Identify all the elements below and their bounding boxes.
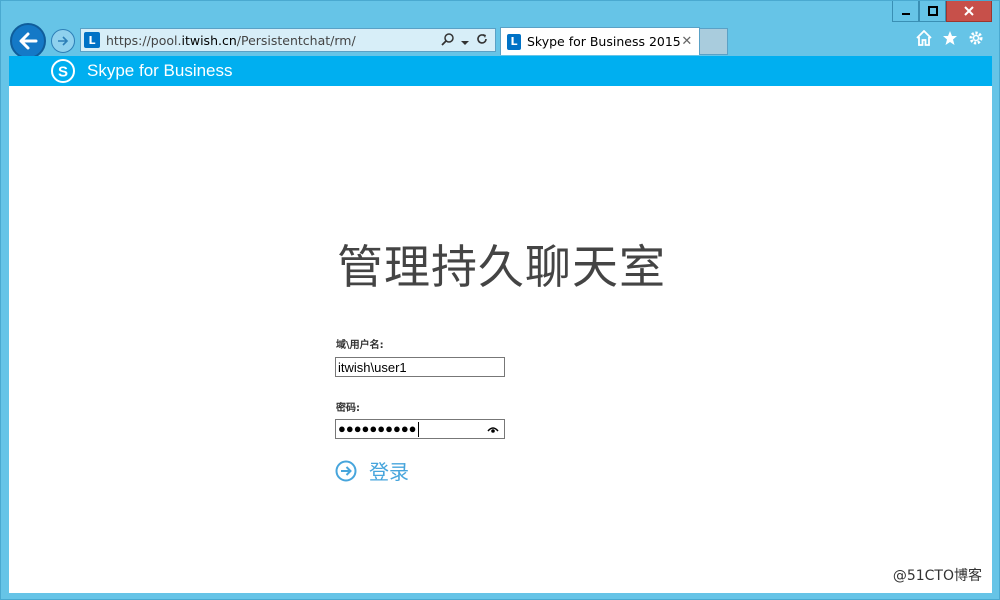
tab-close-icon[interactable]: ✕ — [681, 34, 693, 49]
back-arrow-icon — [19, 32, 38, 50]
signin-button[interactable]: 登录 — [335, 456, 409, 485]
maximize-icon — [927, 6, 938, 16]
url-host: itwish.cn — [181, 32, 237, 48]
skype-logo-icon: S — [49, 57, 77, 85]
page-title: 管理持久聊天室 — [337, 240, 666, 294]
username-value: itwish\user1 — [338, 359, 407, 375]
browser-tab-active[interactable]: L Skype for Business 2015 ✕ — [500, 27, 700, 55]
signin-label: 登录 — [369, 460, 409, 484]
text-caret — [417, 422, 419, 438]
url-path: /Persistentchat/rm/ — [236, 32, 356, 48]
url-prefix: https://pool. — [106, 32, 182, 48]
close-window-button[interactable] — [946, 1, 992, 22]
new-tab-button[interactable] — [700, 28, 728, 55]
minimize-icon — [901, 13, 910, 15]
browser-toolbar-icons — [915, 29, 985, 47]
home-icon[interactable] — [915, 29, 933, 47]
arrow-circle-right-icon — [335, 460, 357, 482]
tab-title: Skype for Business 2015 — [526, 34, 681, 49]
refresh-icon[interactable] — [475, 31, 489, 50]
password-label: 密码: — [336, 403, 360, 414]
forward-arrow-icon — [58, 36, 69, 46]
app-title: Skype for Business — [87, 61, 233, 80]
window-caption-buttons — [892, 1, 992, 22]
settings-gear-icon[interactable] — [967, 29, 985, 47]
svg-text:S: S — [58, 64, 68, 81]
site-favicon-icon: L — [84, 32, 100, 48]
password-field[interactable]: ●●●●●●●●●● — [335, 419, 505, 439]
username-label: 域\用户名: — [336, 340, 384, 351]
search-icon[interactable] — [441, 31, 455, 50]
navigation-bar: L https://pool.itwish.cn/Persistentchat/… — [9, 21, 991, 59]
dropdown-icon[interactable] — [461, 31, 469, 50]
back-button[interactable] — [10, 23, 46, 59]
maximize-button[interactable] — [919, 1, 946, 22]
close-icon — [964, 6, 974, 16]
minimize-button[interactable] — [892, 1, 919, 22]
app-header: S Skype for Business — [9, 56, 992, 86]
page-content: S Skype for Business 管理持久聊天室 域\用户名: itwi… — [9, 56, 992, 593]
tab-favicon-icon: L — [507, 33, 521, 50]
watermark: @51CTO博客 — [892, 565, 982, 585]
url-text[interactable]: https://pool.itwish.cn/Persistentchat/rm… — [106, 33, 441, 48]
favorites-star-icon[interactable] — [941, 29, 959, 47]
password-masked: ●●●●●●●●●● — [338, 420, 417, 436]
username-field[interactable]: itwish\user1 — [335, 357, 505, 377]
browser-window: L https://pool.itwish.cn/Persistentchat/… — [0, 0, 1000, 600]
address-tools — [441, 31, 489, 50]
address-bar[interactable]: L https://pool.itwish.cn/Persistentchat/… — [80, 28, 496, 52]
reveal-password-eye-icon[interactable] — [486, 422, 500, 436]
password-value: ●●●●●●●●●● — [338, 420, 486, 438]
forward-button[interactable] — [51, 29, 75, 53]
